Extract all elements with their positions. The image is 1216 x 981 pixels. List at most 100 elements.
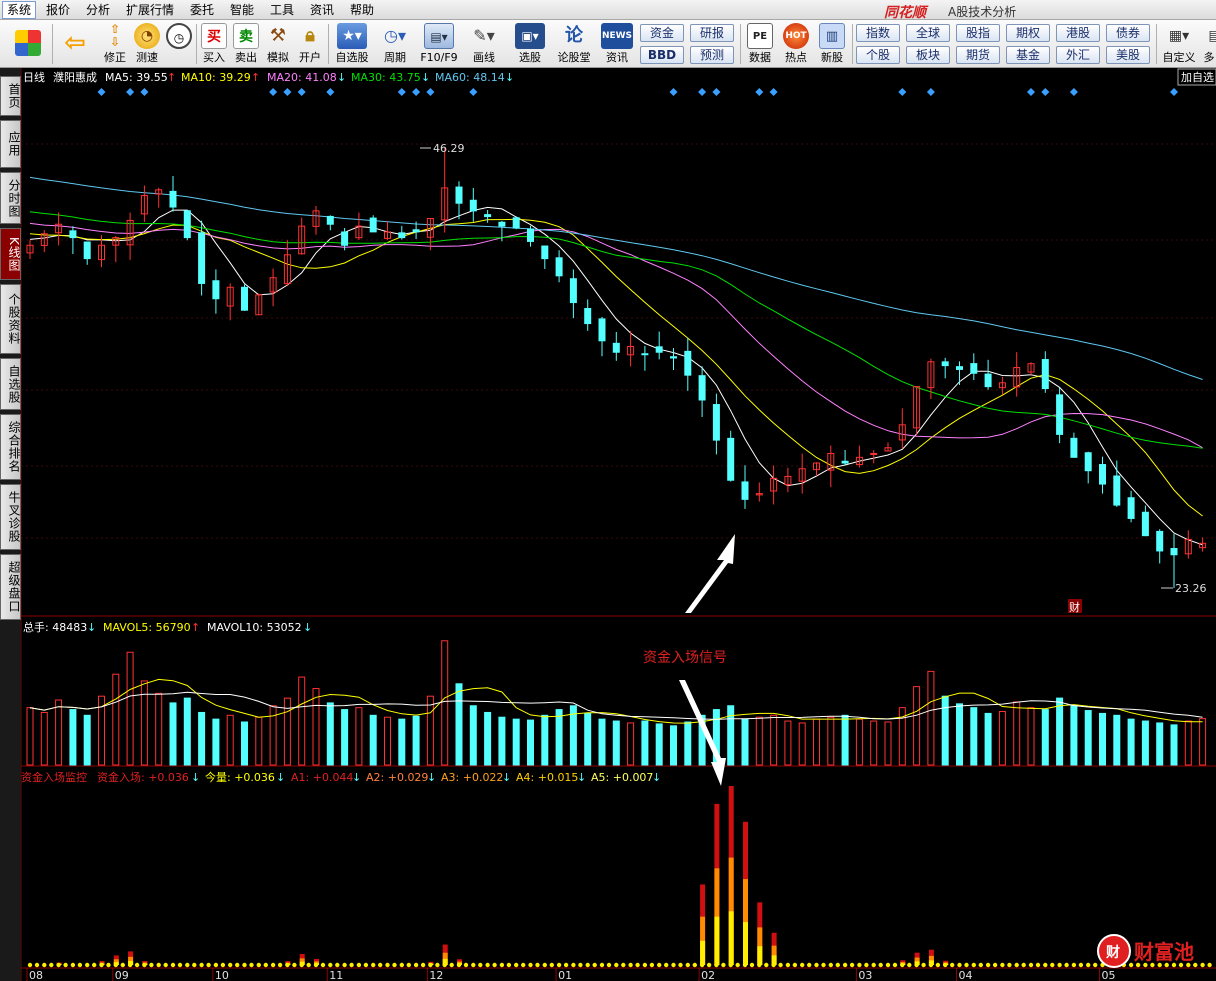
total-volume-arrow-icon: ↓ <box>87 621 96 634</box>
side-tab-timeshare[interactable]: 分时图 <box>0 172 21 224</box>
market-hk-button[interactable]: 港股 <box>1056 24 1100 42</box>
market-bond-button[interactable]: 债券 <box>1106 24 1150 42</box>
low-price-label: 23.26 <box>1175 582 1207 595</box>
volume-bar <box>1184 720 1192 766</box>
menu-system[interactable]: 系统 <box>2 1 37 19</box>
sell-icon: 卖 <box>233 23 259 49</box>
market-stock-button[interactable]: 个股 <box>856 46 900 64</box>
indicator-baseline-dot <box>614 962 619 968</box>
bbd-button[interactable]: BBD <box>640 46 684 64</box>
indicator-baseline-dot <box>828 962 833 968</box>
menu-smart[interactable]: 智能 <box>226 2 258 18</box>
kline-chart-svg[interactable]: 08 09 10 11 12 01 02 03 04 05 日线 濮阳惠成 MA5: 39.55 … <box>21 68 1216 981</box>
side-tab-diagnosis[interactable]: 牛叉诊股 <box>0 484 21 550</box>
menu-tools[interactable]: 工具 <box>266 2 298 18</box>
customize-button[interactable]: ▦▾ 自定义 <box>1160 22 1198 66</box>
brand-logo: 同花顺 <box>884 5 926 21</box>
draw-line-button[interactable]: ✎▾ 画线 <box>464 22 504 66</box>
forecast-button[interactable]: 预测 <box>690 46 734 64</box>
market-fund-button[interactable]: 基金 <box>1006 46 1050 64</box>
open-account-button[interactable]: 🔒︎ 开户 <box>296 22 324 66</box>
market-options-button[interactable]: 期权 <box>1006 24 1050 42</box>
menu-analysis[interactable]: 分析 <box>82 2 114 18</box>
ipo-icon: ▥ <box>819 23 845 49</box>
star-icon: ★▾ <box>337 23 367 49</box>
menu-quote[interactable]: 报价 <box>42 2 74 18</box>
candle-body <box>541 245 549 260</box>
side-tab-stock-info[interactable]: 个股资料 <box>0 284 21 354</box>
side-tab-watchlist[interactable]: 自选股 <box>0 358 21 410</box>
candle-body <box>212 280 220 300</box>
indicator-baseline-dot <box>1086 962 1091 968</box>
add-watch-label[interactable]: 加自选 <box>1181 71 1214 84</box>
forum-button[interactable]: 论 论股堂 <box>554 22 594 66</box>
candle-body <box>398 232 406 239</box>
speed-test-button[interactable]: ◔ 测速 <box>132 22 162 66</box>
indicator-baseline-dot <box>449 962 454 968</box>
indicator-baseline-dot <box>728 962 733 968</box>
watchlist-button[interactable]: ★▾ 自选股 <box>332 22 372 66</box>
candle-body <box>655 346 663 353</box>
indicator-baseline-dot <box>907 962 912 968</box>
indicator-baseline-dot <box>714 962 719 968</box>
back-button[interactable]: ⇦ <box>56 22 94 66</box>
side-tab-home[interactable]: 首页 <box>0 76 21 116</box>
volume-bar <box>183 697 191 766</box>
volume-bar <box>941 695 949 766</box>
indicator-baseline-dot <box>85 962 90 968</box>
side-tab-super-panel[interactable]: 超级盘口 <box>0 554 21 620</box>
hot-button[interactable]: HOT 热点 <box>780 22 812 66</box>
ma20-value: MA20: 41.08 <box>267 71 337 84</box>
period-button[interactable]: ◷▾ 周期 <box>376 22 414 66</box>
indicator-baseline-dot <box>306 962 311 968</box>
f10-button[interactable]: ▤▾ F10/F9 <box>418 22 460 66</box>
indicator-baseline-dot <box>742 962 748 968</box>
month-label: 10 <box>215 969 229 981</box>
volume-bar <box>855 718 863 766</box>
menu-trade[interactable]: 委托 <box>186 2 218 18</box>
volume-bar <box>1084 710 1092 766</box>
chart-area[interactable]: 08 09 10 11 12 01 02 03 04 05 日线 濮阳惠成 MA5: 39.55 … <box>21 68 1216 981</box>
market-us-button[interactable]: 美股 <box>1106 46 1150 64</box>
side-tab-kline[interactable]: K线图 <box>0 228 21 280</box>
research-button[interactable]: 研报 <box>690 24 734 42</box>
indicator-baseline-dot <box>378 962 383 968</box>
indicator-baseline-dot <box>1050 962 1055 968</box>
a2-arrow-icon: ↓ <box>427 771 436 784</box>
menu-help[interactable]: 帮助 <box>346 2 378 18</box>
side-tab-ranking[interactable]: 综合排名 <box>0 414 21 480</box>
candle-body <box>69 230 77 239</box>
month-label: 01 <box>558 969 572 981</box>
more-button[interactable]: ▤ 多 <box>1202 22 1216 66</box>
data-button[interactable]: PE 数据 <box>744 22 776 66</box>
news-button[interactable]: NEWS 资讯 <box>598 22 636 66</box>
menu-news[interactable]: 资讯 <box>306 2 338 18</box>
candle-body <box>369 217 377 233</box>
revise-button[interactable]: ⇧ ⇩ 修正 <box>100 22 130 66</box>
ipo-button[interactable]: ▥ 新股 <box>816 22 848 66</box>
indicator-baseline-dot <box>1000 962 1005 968</box>
fund-button[interactable]: 资金 <box>640 24 684 42</box>
buy-button[interactable]: 买 买入 <box>200 22 228 66</box>
indicator-baseline-dot <box>971 962 976 968</box>
home-grid-button[interactable] <box>8 22 48 66</box>
speed-clock-button[interactable]: ◷ <box>164 22 194 66</box>
market-index-futures-button[interactable]: 股指 <box>956 24 1000 42</box>
kline-signal-arrow <box>685 534 735 613</box>
market-index-button[interactable]: 指数 <box>856 24 900 42</box>
simulate-button[interactable]: ⚒ 模拟 <box>264 22 292 66</box>
side-tab-apps[interactable]: 应用 <box>0 120 21 168</box>
market-global-button[interactable]: 全球 <box>906 24 950 42</box>
volume-bar <box>741 718 749 766</box>
market-forex-button[interactable]: 外汇 <box>1056 46 1100 64</box>
sell-button[interactable]: 卖 卖出 <box>232 22 260 66</box>
candle-body <box>1041 359 1049 390</box>
market-sector-button[interactable]: 板块 <box>906 46 950 64</box>
indicator-baseline-dot <box>1014 962 1019 968</box>
more-icon: ▤ <box>1208 28 1216 44</box>
a3-arrow-icon: ↓ <box>502 771 511 784</box>
menu-extended-quotes[interactable]: 扩展行情 <box>122 2 178 18</box>
stock-screen-button[interactable]: ▣▾ 选股 <box>510 22 550 66</box>
market-futures-button[interactable]: 期货 <box>956 46 1000 64</box>
signal-diamond <box>412 88 421 96</box>
